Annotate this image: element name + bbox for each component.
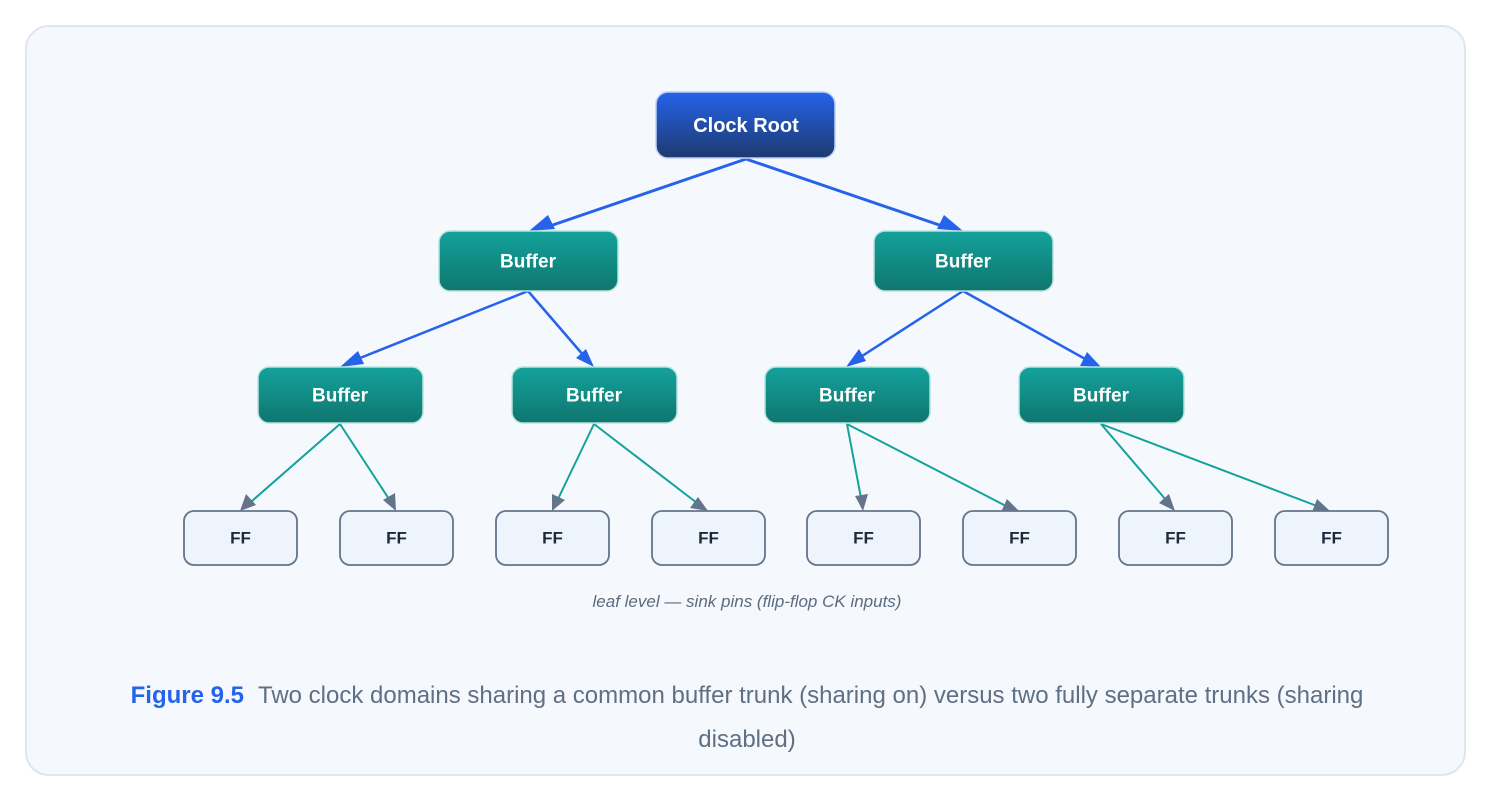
edge-buffer-1-buffer-1b — [527, 290, 585, 357]
buffer-node-l2-3: Buffer — [764, 366, 931, 424]
buffer-node-l1-2: Buffer — [873, 230, 1054, 292]
edge-root-buffer-2 — [745, 157, 949, 230]
clock-root-label: Clock Root — [693, 115, 799, 137]
ff-label: FF — [386, 529, 407, 548]
edge-arrowhead — [855, 494, 868, 511]
edge-arrowhead — [383, 493, 396, 511]
leaf-level-note: leaf level — sink pins (flip-flop CK inp… — [592, 592, 902, 611]
edge-arrowhead — [846, 349, 866, 367]
ff-node-2: FF — [339, 510, 454, 566]
ff-node-8: FF — [1274, 510, 1389, 566]
clock-root-node: Clock Root — [655, 91, 836, 159]
ff-label: FF — [1009, 529, 1030, 548]
edge-to-leaf-8 — [1100, 423, 1318, 507]
edge-to-leaf-5 — [846, 423, 862, 499]
ff-node-4: FF — [651, 510, 766, 566]
ff-node-5: FF — [806, 510, 921, 566]
edge-arrowhead — [529, 215, 555, 231]
edge-to-leaf-3 — [557, 423, 595, 500]
figure-caption: Figure 9.5 Two clock domains sharing a co… — [90, 674, 1404, 762]
edge-arrowhead — [1080, 352, 1101, 367]
edge-to-leaf-6 — [846, 423, 1007, 507]
buffer-node-l2-2: Buffer — [511, 366, 678, 424]
ff-node-6: FF — [962, 510, 1077, 566]
ff-label: FF — [1321, 529, 1342, 548]
buffer-label: Buffer — [935, 252, 992, 273]
edge-arrowhead — [937, 215, 963, 231]
buffer-label: Buffer — [312, 386, 369, 407]
edge-buffer-2-buffer-2b — [962, 289, 1088, 362]
edge-arrowhead — [1312, 499, 1330, 512]
edge-arrowhead — [340, 351, 364, 367]
leaf-edges — [240, 423, 1330, 512]
edge-arrowhead — [1159, 494, 1175, 511]
edge-root-buffer-1 — [543, 157, 747, 230]
ff-node-7: FF — [1118, 510, 1233, 566]
edge-to-leaf-4 — [593, 423, 698, 504]
ff-label: FF — [542, 529, 563, 548]
ff-label: FF — [1165, 529, 1186, 548]
edge-buffer-1-buffer-1a — [354, 289, 529, 362]
ff-label: FF — [230, 529, 251, 548]
edge-buffer-2-buffer-2a — [858, 289, 964, 360]
edge-to-leaf-1 — [251, 423, 341, 502]
buffer-node-l2-4: Buffer — [1018, 366, 1185, 424]
ff-label: FF — [698, 529, 719, 548]
buffer-label: Buffer — [500, 252, 557, 273]
buffer-node-l1-1: Buffer — [438, 230, 619, 292]
figure-label: Figure 9.5 — [130, 682, 244, 709]
buffer-label: Buffer — [566, 386, 623, 407]
edge-arrowhead — [240, 494, 256, 511]
buffer-label: Buffer — [819, 386, 876, 407]
ff-node-3: FF — [495, 510, 610, 566]
ff-node-1: FF — [183, 510, 298, 566]
buffer-label: Buffer — [1073, 386, 1130, 407]
ff-label: FF — [853, 529, 874, 548]
buffer-node-l2-1: Buffer — [257, 366, 424, 424]
figure-caption-text: Two clock domains sharing a common buffe… — [257, 682, 1364, 753]
edge-to-leaf-2 — [339, 423, 390, 500]
